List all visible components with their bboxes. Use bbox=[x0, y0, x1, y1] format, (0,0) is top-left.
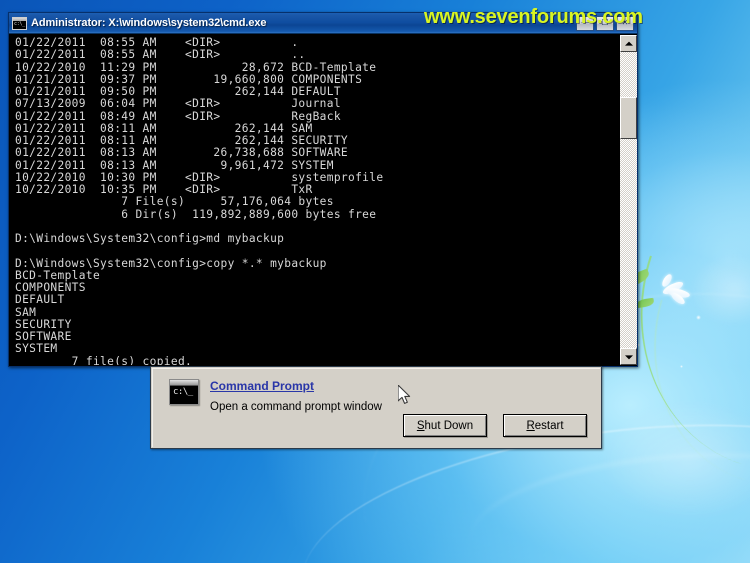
command-prompt-description: Open a command prompt window bbox=[210, 401, 382, 413]
shut-down-label: hut Down bbox=[424, 419, 474, 432]
scrollbar-thumb[interactable] bbox=[620, 97, 637, 139]
dialog-inner-frame: c:\_ Command Prompt Open a command promp… bbox=[152, 368, 600, 447]
console-output[interactable]: 01/22/2011 08:55 AM <DIR> . 01/22/2011 0… bbox=[10, 35, 619, 365]
dialog-button-row[interactable]: Shut Down Restart bbox=[403, 414, 587, 437]
sparkle bbox=[680, 365, 683, 368]
option-text-column: Command Prompt Open a command prompt win… bbox=[210, 377, 382, 414]
site-watermark: www.sevenforums.com bbox=[424, 6, 643, 28]
restart-label: estart bbox=[534, 419, 564, 432]
shut-down-button[interactable]: Shut Down bbox=[403, 414, 487, 437]
command-prompt-link[interactable]: Command Prompt bbox=[210, 379, 314, 394]
flower-stem-secondary bbox=[619, 299, 750, 481]
shut-down-accel: S bbox=[416, 419, 425, 432]
screen: Administrator: X:\windows\system32\cmd.e… bbox=[0, 0, 750, 563]
console-body[interactable]: 01/22/2011 08:55 AM <DIR> . 01/22/2011 0… bbox=[10, 35, 637, 365]
console-scrollbar[interactable] bbox=[619, 35, 637, 365]
scroll-down-button[interactable] bbox=[620, 348, 637, 365]
restart-accel: R bbox=[526, 419, 535, 432]
recovery-options-dialog[interactable]: c:\_ Command Prompt Open a command promp… bbox=[150, 366, 602, 449]
scrollbar-track[interactable] bbox=[620, 52, 637, 348]
command-prompt-window[interactable]: Administrator: X:\windows\system32\cmd.e… bbox=[8, 12, 638, 367]
window-title: Administrator: X:\windows\system32\cmd.e… bbox=[31, 17, 267, 29]
cmd-icon: c:\_ bbox=[169, 379, 199, 405]
scroll-up-button[interactable] bbox=[620, 35, 637, 52]
cmd-icon bbox=[12, 16, 27, 30]
cmd-icon-glyph: c:\_ bbox=[173, 387, 193, 397]
restart-button[interactable]: Restart bbox=[503, 414, 587, 437]
sparkle bbox=[696, 315, 701, 320]
command-prompt-option[interactable]: c:\_ Command Prompt Open a command promp… bbox=[169, 377, 382, 414]
